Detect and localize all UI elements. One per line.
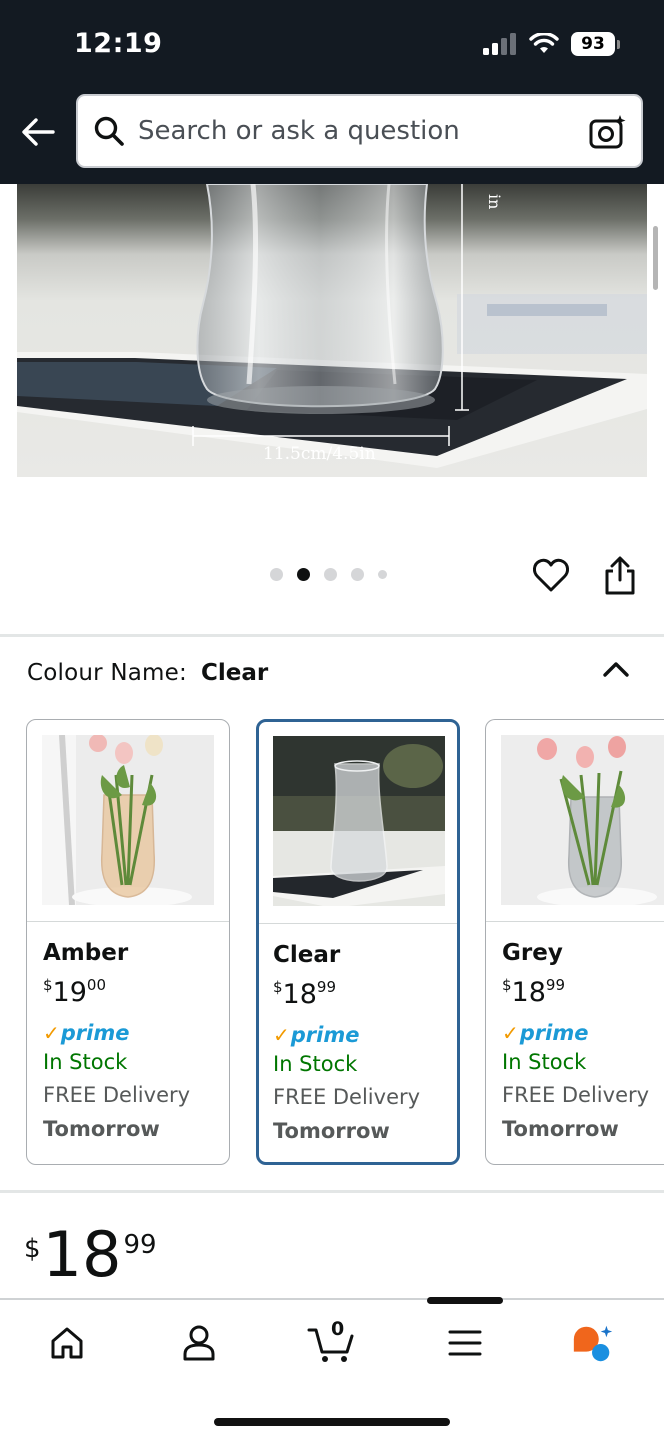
swatch-price-fraction: 99 xyxy=(316,978,336,996)
swatch-details: Grey $1899 ✓ prime In Stock FREE Delivery… xyxy=(502,940,658,1141)
swatch-name: Clear xyxy=(273,942,341,968)
nav-menu[interactable] xyxy=(442,1320,488,1366)
status-time: 12:19 xyxy=(74,28,163,59)
image-carousel-dots[interactable] xyxy=(270,568,387,581)
swatch-name: Grey xyxy=(502,940,563,966)
swatch-price-whole: 18 xyxy=(511,977,546,1008)
prime-check-icon: ✓ xyxy=(273,1023,290,1047)
chevron-up-icon[interactable] xyxy=(602,658,630,680)
battery-tip xyxy=(617,39,620,49)
product-price: $ 18 99 xyxy=(24,1222,157,1288)
swatch-price: $1899 xyxy=(273,978,451,1018)
prime-badge: ✓ prime xyxy=(502,1016,658,1050)
prime-badge: ✓ prime xyxy=(43,1016,223,1050)
top-header: 12:19 93 xyxy=(0,0,664,184)
swatch-divider xyxy=(486,921,664,922)
cart-count: 0 xyxy=(331,1318,345,1340)
product-image[interactable]: in 11.5cm/4.5in xyxy=(17,184,647,477)
battery-indicator: 93 xyxy=(571,32,620,56)
swatch-price-fraction: 00 xyxy=(86,976,106,994)
stock-status: In Stock xyxy=(502,1050,587,1074)
delivery-day: Tomorrow xyxy=(273,1119,390,1143)
delivery-text: FREE Delivery xyxy=(43,1083,191,1107)
carousel-dot[interactable] xyxy=(351,568,364,581)
price-fraction: 99 xyxy=(123,1230,157,1260)
nav-home[interactable] xyxy=(44,1320,90,1366)
swatch-details: Amber $1900 ✓ prime In Stock FREE Deliver… xyxy=(43,940,223,1141)
account-icon xyxy=(183,1325,215,1361)
wifi-icon xyxy=(529,33,559,53)
camera-search-icon[interactable] xyxy=(589,114,627,150)
grey-vase-image xyxy=(501,735,664,905)
carousel-dot[interactable] xyxy=(270,568,283,581)
colour-name-label: Colour Name: xyxy=(27,660,187,686)
carousel-dot[interactable] xyxy=(324,568,337,581)
search-icon xyxy=(92,114,126,148)
colour-name-value: Clear xyxy=(200,660,269,686)
wishlist-heart-icon[interactable] xyxy=(532,556,570,594)
nav-rufus[interactable] xyxy=(570,1320,616,1366)
prime-label: prime xyxy=(290,1023,360,1047)
nav-cart[interactable]: 0 xyxy=(306,1318,358,1366)
stock-status: In Stock xyxy=(43,1050,128,1074)
delivery-text: FREE Delivery xyxy=(273,1085,421,1109)
swatch-price: $1900 xyxy=(43,976,223,1016)
price-whole: 18 xyxy=(42,1218,122,1291)
stock-status: In Stock xyxy=(273,1052,358,1076)
colour-option-amber[interactable]: Amber $1900 ✓ prime In Stock FREE Deliver… xyxy=(26,719,230,1165)
width-dimension-label: 11.5cm/4.5in xyxy=(263,444,376,464)
section-divider xyxy=(0,1190,664,1193)
share-icon[interactable] xyxy=(602,556,638,596)
vase-photo: in 11.5cm/4.5in xyxy=(17,184,647,468)
swatch-price-whole: 18 xyxy=(282,979,317,1010)
battery-level: 93 xyxy=(571,32,615,56)
swatch-price-currency: $ xyxy=(273,978,283,996)
menu-icon xyxy=(448,1330,482,1356)
search-input[interactable] xyxy=(138,116,558,146)
swatch-price: $1899 xyxy=(502,976,658,1016)
status-icons: 93 xyxy=(483,32,620,56)
prime-label: prime xyxy=(60,1021,130,1045)
prime-label: prime xyxy=(519,1021,589,1045)
swatch-price-currency: $ xyxy=(43,976,53,994)
cellular-signal-icon xyxy=(483,33,516,55)
home-indicator[interactable] xyxy=(214,1418,450,1426)
delivery-day: Tomorrow xyxy=(502,1117,619,1141)
delivery-day: Tomorrow xyxy=(43,1117,160,1141)
search-bar[interactable] xyxy=(76,94,643,168)
prime-check-icon: ✓ xyxy=(502,1021,519,1045)
prime-badge: ✓ prime xyxy=(273,1018,451,1052)
nav-account[interactable] xyxy=(176,1320,222,1366)
back-button[interactable] xyxy=(18,112,58,152)
swatch-details: Clear $1899 ✓ prime In Stock FREE Deliver… xyxy=(273,942,451,1143)
swatch-divider xyxy=(259,923,457,924)
swatch-price-currency: $ xyxy=(502,976,512,994)
delivery-text: FREE Delivery xyxy=(502,1083,650,1107)
carousel-dot-active[interactable] xyxy=(297,568,310,581)
amber-vase-image xyxy=(42,735,214,905)
active-tab-indicator xyxy=(427,1297,503,1304)
colour-name-row: Colour Name: Clear xyxy=(27,660,268,686)
swatch-divider xyxy=(27,921,229,922)
back-arrow-icon xyxy=(22,118,55,146)
home-icon xyxy=(51,1327,83,1359)
rufus-assistant-icon xyxy=(573,1325,613,1362)
price-currency: $ xyxy=(24,1234,41,1264)
section-divider xyxy=(0,634,664,637)
swatch-price-whole: 19 xyxy=(52,977,87,1008)
prime-check-icon: ✓ xyxy=(43,1021,60,1045)
swatch-price-fraction: 99 xyxy=(545,976,565,994)
swatch-name: Amber xyxy=(43,940,129,966)
colour-option-grey[interactable]: Grey $1899 ✓ prime In Stock FREE Delivery… xyxy=(485,719,664,1165)
clear-vase-image xyxy=(273,736,445,906)
bottom-navigation: 0 xyxy=(0,1297,664,1440)
height-dimension-label: in xyxy=(485,194,504,209)
colour-option-clear[interactable]: Clear $1899 ✓ prime In Stock FREE Deliver… xyxy=(256,719,460,1165)
carousel-dot[interactable] xyxy=(378,570,387,579)
scrollbar-thumb[interactable] xyxy=(653,226,658,290)
